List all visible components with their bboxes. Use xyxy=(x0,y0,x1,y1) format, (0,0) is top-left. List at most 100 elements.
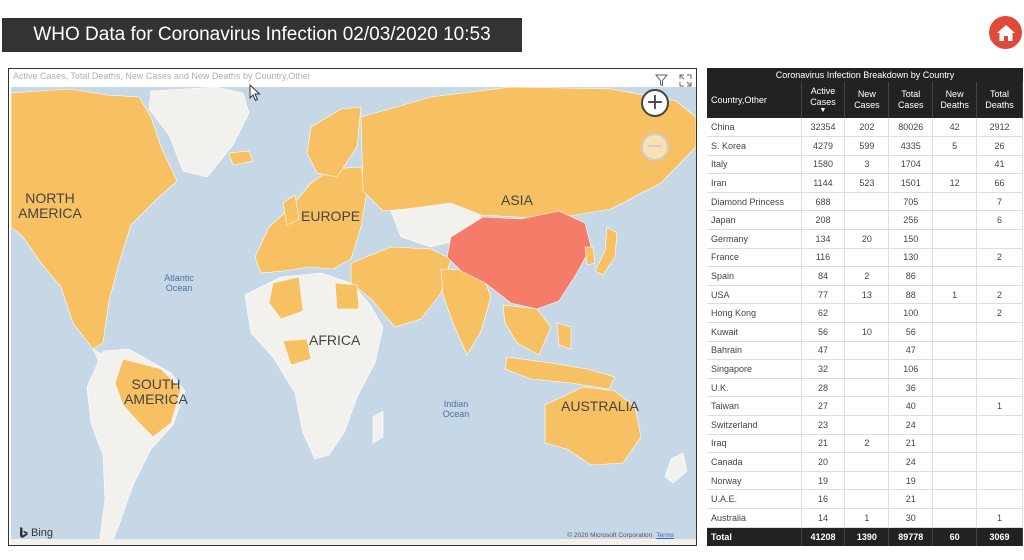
table-row[interactable]: Iran 1144 523 1501 12 66 xyxy=(707,173,1023,193)
cell-total-cases: 100 xyxy=(888,303,934,324)
table-row[interactable]: Switzerland 23 24 xyxy=(707,415,1023,435)
table-row[interactable]: Norway 19 19 xyxy=(707,471,1023,491)
ocean-label-atlantic: Atlantic Ocean xyxy=(164,273,194,293)
indonesia-shape xyxy=(504,356,616,390)
table-row[interactable]: USA 77 13 88 1 2 xyxy=(707,285,1023,305)
southeast-asia-shape xyxy=(502,304,552,356)
table-title: Coronavirus Infection Breakdown by Count… xyxy=(707,68,1023,82)
cell-active-cases: 21 xyxy=(801,434,846,454)
table-row[interactable]: S. Korea 4279 599 4335 5 26 xyxy=(707,136,1023,156)
cell-country: Iran xyxy=(707,173,802,193)
cell-total-deaths xyxy=(976,322,1023,342)
table-row[interactable]: Diamond Princess 688 705 7 xyxy=(707,192,1023,212)
cell-active-cases: 4279 xyxy=(801,136,846,156)
cell-new-cases xyxy=(844,396,890,416)
cell-total-cases: 80026 xyxy=(888,118,934,138)
cell-total-deaths xyxy=(976,415,1023,435)
table-row[interactable]: Japan 208 256 6 xyxy=(707,210,1023,231)
cell-total-cases: 47 xyxy=(888,341,934,361)
region-label-africa: AFRICA xyxy=(309,332,361,348)
cell-new-cases: 3 xyxy=(844,155,890,175)
cell-new-cases: 2 xyxy=(844,434,890,454)
cell-country: Australia xyxy=(707,508,802,528)
cell-active-cases: 84 xyxy=(801,266,846,286)
column-header-total-deaths[interactable]: Total Deaths xyxy=(976,82,1023,118)
filter-icon[interactable] xyxy=(654,72,669,87)
cell-total-cases: 1704 xyxy=(888,155,934,175)
madagascar-shape xyxy=(372,410,384,444)
cell-new-cases xyxy=(844,359,890,379)
map-visual: Active Cases, Total Deaths, New Cases an… xyxy=(8,68,697,546)
cell-country: Diamond Princess xyxy=(707,192,802,212)
focus-mode-icon[interactable] xyxy=(679,72,693,87)
cell-active-cases: 116 xyxy=(801,248,846,268)
region-label-australia: AUSTRALIA xyxy=(561,398,639,414)
home-button[interactable] xyxy=(989,16,1022,49)
cell-country: Iraq xyxy=(707,434,802,454)
column-header-country[interactable]: Country,Other xyxy=(707,82,802,118)
world-map[interactable]: NORTH AMERICA EUROPE ASIA AFRICA SOUTH A… xyxy=(11,87,696,545)
cell-country: France xyxy=(707,248,802,268)
cell-active-cases: 19 xyxy=(801,471,846,491)
cell-new-deaths xyxy=(932,155,978,175)
cell-total-deaths: 2 xyxy=(976,248,1023,268)
table-row[interactable]: Canada 20 24 xyxy=(707,452,1023,472)
egypt-shape xyxy=(334,282,360,310)
cell-new-deaths xyxy=(932,266,978,286)
region-label-north-america: NORTH AMERICA xyxy=(18,190,82,221)
table-row[interactable]: France 116 130 2 xyxy=(707,248,1023,268)
cell-active-cases: 32 xyxy=(801,359,846,379)
country-breakdown-table: Coronavirus Infection Breakdown by Count… xyxy=(707,68,1023,560)
table-total-row: Total 41208 1390 89778 60 3069 xyxy=(707,527,1023,547)
terms-link[interactable]: Terms xyxy=(656,532,674,539)
table-row[interactable]: Hong Kong 62 100 2 xyxy=(707,303,1023,324)
cell-total-deaths: 66 xyxy=(976,173,1023,193)
table-row[interactable]: Taiwan 27 40 1 xyxy=(707,396,1023,416)
cell-new-cases xyxy=(844,341,890,361)
cell-new-deaths xyxy=(932,434,978,454)
cell-new-cases: 599 xyxy=(844,136,890,156)
cell-new-cases: 1 xyxy=(844,508,890,528)
cell-active-cases: 16 xyxy=(801,489,846,509)
cell-total-cases: 21 xyxy=(888,434,934,454)
map-copyright: © 2020 Microsoft Corporation Terms xyxy=(567,532,674,539)
zoom-out-button[interactable]: − xyxy=(641,133,669,161)
column-header-new-cases[interactable]: New Cases xyxy=(844,82,890,118)
bing-icon xyxy=(20,527,28,538)
column-header-total-cases[interactable]: Total Cases xyxy=(888,82,934,118)
table-row[interactable]: Italy 1580 3 1704 41 xyxy=(707,155,1023,175)
cell-total-deaths xyxy=(976,471,1023,491)
cell-total-deaths: 2 xyxy=(976,285,1023,305)
table-row[interactable]: Bahrain 47 47 xyxy=(707,341,1023,361)
table-row[interactable]: Kuwait 56 10 56 xyxy=(707,322,1023,342)
cell-new-cases xyxy=(844,471,890,491)
table-row[interactable]: Australia 14 1 30 1 xyxy=(707,508,1023,528)
cell-new-deaths xyxy=(932,489,978,509)
cell-total-deaths: 2 xyxy=(976,303,1023,324)
cell-active-cases: 14 xyxy=(801,508,846,528)
total-total-deaths: 3069 xyxy=(976,527,1023,547)
total-active-cases: 41208 xyxy=(801,527,846,547)
region-label-south-america: SOUTH AMERICA xyxy=(124,376,188,407)
column-header-active-cases[interactable]: Active Cases ▼ xyxy=(801,82,846,118)
cell-total-deaths: 7 xyxy=(976,192,1023,212)
table-row[interactable]: U.K. 28 36 xyxy=(707,378,1023,398)
table-header-row: Country,Other Active Cases ▼ New Cases To… xyxy=(707,82,1023,118)
table-row[interactable]: Singapore 32 106 xyxy=(707,359,1023,379)
mouse-cursor-icon xyxy=(249,84,261,102)
cell-country: Singapore xyxy=(707,359,802,379)
cell-active-cases: 134 xyxy=(801,229,846,249)
zoom-in-button[interactable]: + xyxy=(641,89,669,117)
column-header-new-deaths[interactable]: New Deaths xyxy=(932,82,978,118)
japan-shape xyxy=(594,226,618,276)
table-row[interactable]: Iraq 21 2 21 xyxy=(707,434,1023,454)
table-row[interactable]: Spain 84 2 86 xyxy=(707,266,1023,286)
cell-new-deaths xyxy=(932,508,978,528)
map-caption: Active Cases, Total Deaths, New Cases an… xyxy=(13,71,311,81)
table-row[interactable]: China 32354 202 80026 42 2912 xyxy=(707,118,1023,138)
table-row[interactable]: U.A.E. 16 21 xyxy=(707,489,1023,509)
table-row[interactable]: Germany 134 20 150 xyxy=(707,229,1023,249)
total-label: Total xyxy=(707,527,802,547)
cell-country: Italy xyxy=(707,155,802,175)
cell-total-cases: 88 xyxy=(888,285,934,305)
